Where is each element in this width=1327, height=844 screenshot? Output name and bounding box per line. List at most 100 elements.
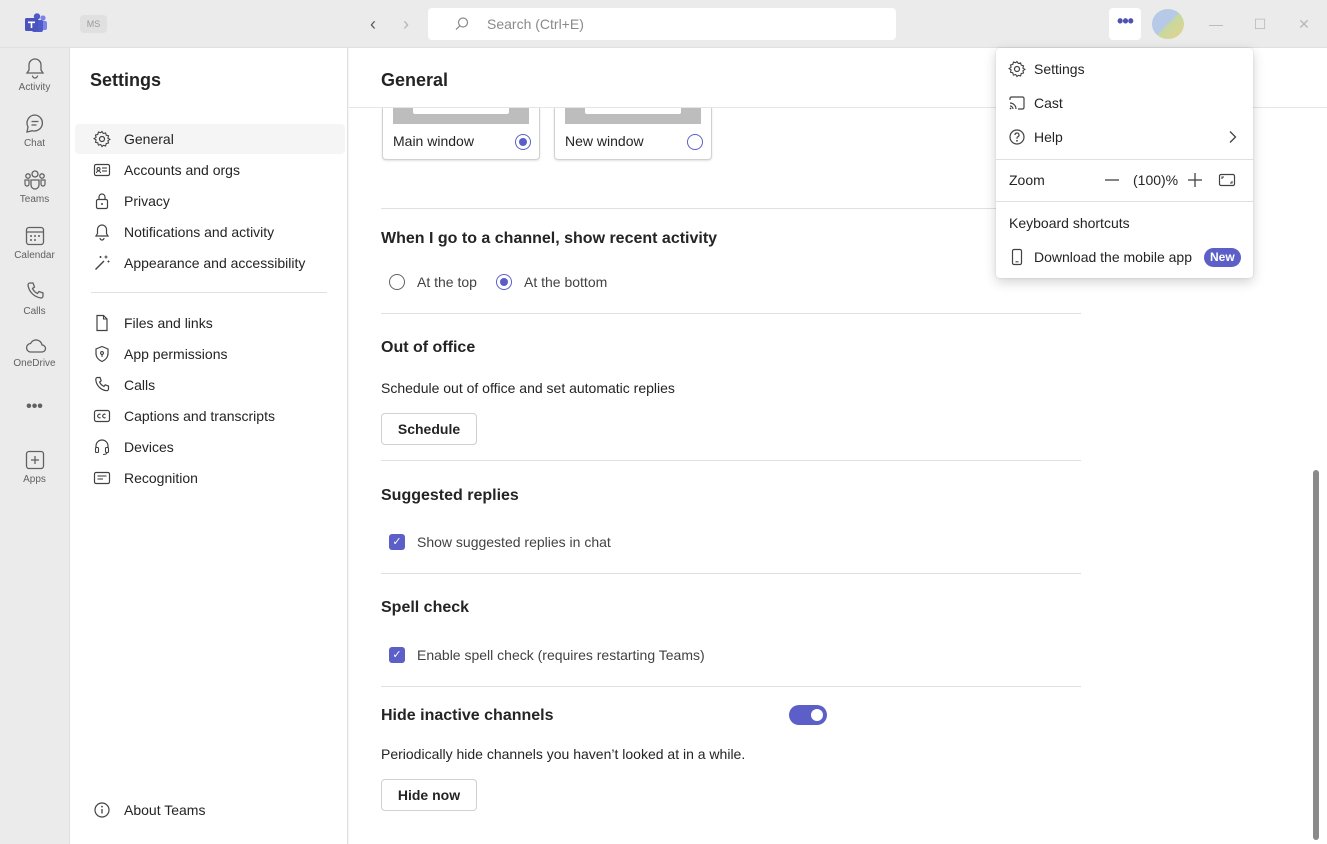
- settings-nav-notifications[interactable]: Notifications and activity: [75, 217, 345, 247]
- nav-label: General: [124, 131, 174, 147]
- nav-label: Files and links: [124, 315, 213, 331]
- section-divider: [381, 313, 1081, 314]
- menu-label: Keyboard shortcuts: [1009, 215, 1130, 231]
- more-options-menu: Settings Cast Help Zoom (100)% Keyboard …: [996, 48, 1253, 278]
- settings-nav-devices[interactable]: Devices: [75, 432, 345, 462]
- app-rail: Activity Chat Teams Calendar Calls OneDr…: [0, 48, 69, 844]
- channel-activity-title: When I go to a channel, show recent acti…: [381, 230, 718, 247]
- menu-divider: [996, 159, 1253, 160]
- teams-icon: [23, 170, 46, 190]
- settings-title: Settings: [90, 70, 162, 90]
- menu-item-cast[interactable]: Cast: [996, 86, 1253, 120]
- settings-nav-calls[interactable]: Calls: [75, 370, 345, 400]
- at-the-bottom-label[interactable]: At the bottom: [524, 274, 607, 290]
- fit-to-screen-icon[interactable]: [1218, 171, 1236, 189]
- headset-icon: [93, 438, 111, 456]
- recognition-icon: [93, 469, 111, 487]
- main-window-option[interactable]: Main window: [382, 108, 540, 160]
- hide-inactive-toggle[interactable]: [789, 705, 827, 725]
- option-label: New window: [565, 133, 644, 149]
- rail-label: Apps: [23, 474, 46, 485]
- zoom-out-icon[interactable]: [1103, 171, 1121, 189]
- nav-label: App permissions: [124, 346, 228, 362]
- more-apps-icon[interactable]: •••: [0, 398, 69, 422]
- zoom-in-icon[interactable]: [1186, 171, 1204, 189]
- search-input[interactable]: Search (Ctrl+E): [428, 8, 896, 40]
- spell-check-label[interactable]: Enable spell check (requires restarting …: [417, 647, 705, 663]
- menu-item-keyboard-shortcuts[interactable]: Keyboard shortcuts: [996, 206, 1253, 240]
- hide-now-button[interactable]: Hide now: [381, 779, 477, 811]
- hide-inactive-description: Periodically hide channels you haven’t l…: [381, 746, 746, 762]
- suggested-replies-checkbox[interactable]: ✓: [389, 534, 405, 550]
- spell-check-checkbox[interactable]: ✓: [389, 647, 405, 663]
- option-label: Main window: [393, 133, 474, 149]
- rail-item-calls[interactable]: Calls: [0, 280, 69, 332]
- nav-label: Notifications and activity: [124, 224, 275, 240]
- menu-label: Help: [1034, 129, 1063, 145]
- new-window-radio[interactable]: [687, 134, 703, 150]
- cast-icon: [1008, 94, 1026, 112]
- gear-icon: [93, 130, 111, 148]
- rail-label: Calls: [23, 306, 46, 317]
- shield-icon: [93, 345, 111, 363]
- settings-nav-files[interactable]: Files and links: [75, 308, 345, 338]
- hide-inactive-title: Hide inactive channels: [381, 707, 554, 724]
- rail-item-chat[interactable]: Chat: [0, 112, 69, 164]
- nav-label: Appearance and accessibility: [124, 255, 306, 271]
- calendar-icon: [25, 226, 44, 246]
- add-app-icon: [25, 450, 44, 470]
- nav-label: Accounts and orgs: [124, 162, 240, 178]
- id-card-icon: [93, 161, 111, 179]
- settings-nav-accounts[interactable]: Accounts and orgs: [75, 155, 345, 185]
- rail-item-calendar[interactable]: Calendar: [0, 224, 69, 276]
- suggested-replies-title: Suggested replies: [381, 487, 519, 504]
- settings-nav-general[interactable]: General: [75, 124, 345, 154]
- menu-item-settings[interactable]: Settings: [996, 52, 1253, 86]
- document-icon: [93, 314, 111, 332]
- avatar[interactable]: [1152, 9, 1184, 39]
- teams-logo-icon[interactable]: [24, 12, 48, 36]
- minimize-icon[interactable]: —: [1204, 12, 1228, 36]
- settings-nav-captions[interactable]: Captions and transcripts: [75, 401, 345, 431]
- maximize-icon[interactable]: ☐: [1248, 12, 1272, 36]
- bell-icon: [25, 58, 44, 79]
- settings-nav-app-permissions[interactable]: App permissions: [75, 339, 345, 369]
- rail-item-teams[interactable]: Teams: [0, 168, 69, 220]
- settings-nav-privacy[interactable]: Privacy: [75, 186, 345, 216]
- rail-item-onedrive[interactable]: OneDrive: [0, 336, 69, 388]
- at-the-top-radio[interactable]: [389, 274, 405, 290]
- nav-label: Privacy: [124, 193, 170, 209]
- forward-arrow-icon[interactable]: ›: [394, 12, 418, 36]
- new-window-option[interactable]: New window: [554, 108, 712, 160]
- nav-label: Devices: [124, 439, 174, 455]
- rail-item-activity[interactable]: Activity: [0, 56, 69, 108]
- scrollbar[interactable]: [1313, 470, 1319, 840]
- back-arrow-icon[interactable]: ‹: [361, 12, 385, 36]
- close-icon[interactable]: ✕: [1292, 12, 1316, 36]
- schedule-button[interactable]: Schedule: [381, 413, 477, 445]
- phone-icon: [26, 282, 44, 299]
- rail-label: Activity: [18, 82, 51, 93]
- settings-nav-appearance[interactable]: Appearance and accessibility: [75, 248, 345, 278]
- cloud-icon: [25, 339, 46, 353]
- new-window-preview: [565, 108, 701, 124]
- rail-item-apps[interactable]: Apps: [0, 448, 69, 500]
- settings-nav-about[interactable]: About Teams: [75, 795, 345, 825]
- menu-divider: [996, 201, 1253, 202]
- settings-nav-recognition[interactable]: Recognition: [75, 463, 345, 493]
- org-badge[interactable]: MS: [80, 15, 107, 33]
- suggested-replies-label[interactable]: Show suggested replies in chat: [417, 534, 611, 550]
- menu-item-help[interactable]: Help: [996, 120, 1253, 154]
- more-options-button[interactable]: •••: [1109, 8, 1141, 40]
- at-the-bottom-radio[interactable]: [496, 274, 512, 290]
- chevron-right-icon: [1229, 131, 1237, 143]
- rail-label: OneDrive: [13, 358, 56, 369]
- search-icon: [455, 17, 469, 31]
- at-the-top-label[interactable]: At the top: [417, 274, 477, 290]
- nav-label: Captions and transcripts: [124, 408, 275, 424]
- section-divider: [381, 460, 1081, 461]
- menu-item-download-mobile[interactable]: Download the mobile app New: [996, 240, 1253, 274]
- settings-panel: Settings General Accounts and orgs Priva…: [69, 48, 348, 844]
- main-window-radio[interactable]: [515, 134, 531, 150]
- main-window-preview: [393, 108, 529, 124]
